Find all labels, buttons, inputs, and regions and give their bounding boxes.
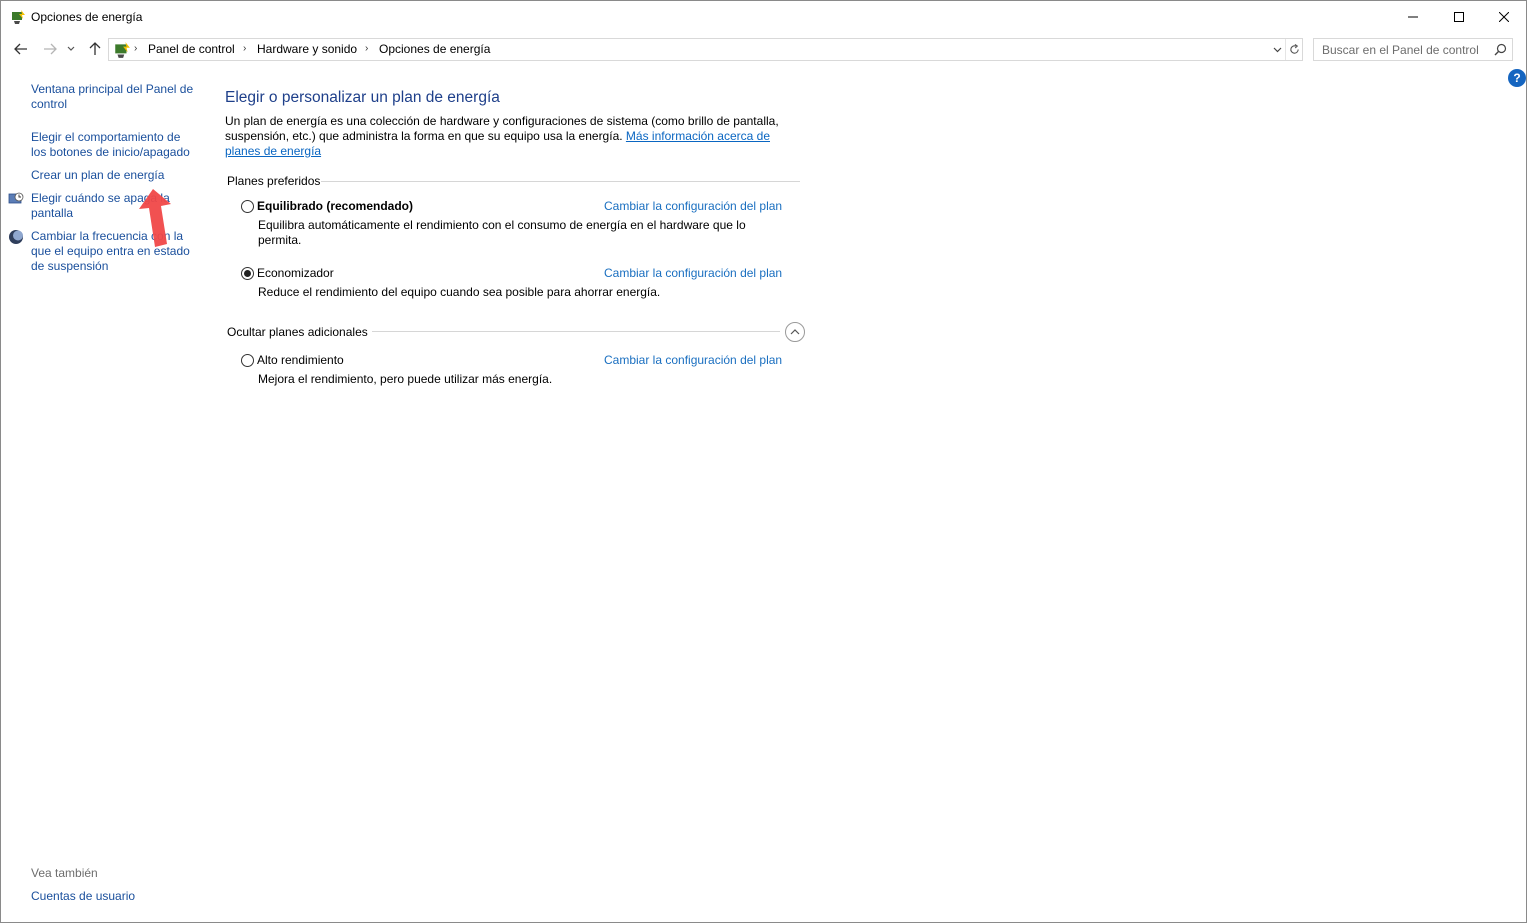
- chevron-up-icon: [790, 329, 800, 335]
- search-placeholder: Buscar en el Panel de control: [1322, 43, 1479, 57]
- close-icon: [1499, 11, 1509, 22]
- power-options-icon: [113, 41, 131, 59]
- sidebar-link-label: Ventana principal del Panel de control: [31, 82, 194, 111]
- plan-name-power-saver[interactable]: Economizador: [257, 266, 334, 280]
- address-dropdown-button[interactable]: [1269, 41, 1285, 59]
- sidebar-link-label: Cuentas de usuario: [31, 889, 136, 903]
- breadcrumb-opciones-de-energia[interactable]: Opciones de energía: [379, 42, 490, 56]
- maximize-button[interactable]: [1436, 1, 1482, 32]
- plan-settings-link-high-performance[interactable]: Cambiar la configuración del plan: [604, 353, 782, 367]
- chevron-down-icon: [1273, 47, 1281, 53]
- search-input[interactable]: Buscar en el Panel de control: [1313, 38, 1513, 61]
- minimize-button[interactable]: [1390, 1, 1436, 32]
- sidebar-link-power-buttons[interactable]: Elegir el comportamiento de los botones …: [31, 130, 190, 160]
- plan-radio-power-saver[interactable]: [241, 267, 254, 280]
- refresh-button[interactable]: [1285, 39, 1303, 60]
- search-icon[interactable]: [1494, 43, 1508, 57]
- page-description: Un plan de energía es una colección de h…: [225, 114, 805, 159]
- arrow-up-icon: [89, 42, 101, 55]
- plan-description-high-performance: Mejora el rendimiento, pero puede utiliz…: [258, 372, 553, 386]
- breadcrumb-panel-de-control[interactable]: Panel de control: [148, 42, 235, 56]
- plan-radio-high-performance[interactable]: [241, 354, 254, 367]
- power-options-window: Opciones de energía › Panel de control ›…: [0, 0, 1527, 923]
- sidebar-link-label: Crear un plan de energía: [31, 168, 165, 182]
- sidebar-link-control-panel-home[interactable]: Ventana principal del Panel de control: [31, 82, 193, 112]
- page-title: Elegir o personalizar un plan de energía: [225, 89, 500, 106]
- sidebar-link-label: Elegir el comportamiento de los botones …: [31, 130, 190, 159]
- section-divider: [321, 181, 800, 182]
- up-button[interactable]: [85, 39, 105, 59]
- address-bar[interactable]: › Panel de control › Hardware y sonido ›…: [108, 38, 1303, 61]
- arrow-right-icon: [44, 43, 57, 55]
- chevron-right-icon: ›: [365, 43, 369, 54]
- plan-name-high-performance[interactable]: Alto rendimiento: [257, 353, 344, 367]
- plan-settings-link-power-saver[interactable]: Cambiar la configuración del plan: [604, 266, 782, 280]
- plan-settings-link-balanced[interactable]: Cambiar la configuración del plan: [604, 199, 782, 213]
- chevron-right-icon: ›: [134, 43, 138, 54]
- plan-description-power-saver: Reduce el rendimiento del equipo cuando …: [258, 285, 661, 299]
- help-icon[interactable]: ?: [1508, 69, 1526, 87]
- hide-additional-plans-label[interactable]: Ocultar planes adicionales: [227, 325, 368, 339]
- recent-locations-button[interactable]: [64, 39, 78, 59]
- back-button[interactable]: [11, 39, 31, 59]
- plan-name-balanced[interactable]: Equilibrado (recomendado): [257, 199, 413, 213]
- collapse-button[interactable]: [785, 322, 805, 342]
- chevron-down-icon: [67, 46, 75, 51]
- breadcrumb-hardware-y-sonido[interactable]: Hardware y sonido: [257, 42, 357, 56]
- maximize-icon: [1454, 11, 1464, 22]
- plan-radio-balanced[interactable]: [241, 200, 254, 213]
- sidebar-link-create-plan[interactable]: Crear un plan de energía: [31, 168, 164, 183]
- see-also-label: Vea también: [31, 866, 98, 880]
- sidebar-link-user-accounts[interactable]: Cuentas de usuario: [31, 889, 135, 904]
- arrow-left-icon: [14, 43, 27, 55]
- minimize-icon: [1408, 16, 1418, 17]
- title-bar: Opciones de energía: [1, 1, 1526, 32]
- close-button[interactable]: [1481, 1, 1527, 32]
- plan-description-balanced: Equilibra automáticamente el rendimiento…: [258, 218, 746, 247]
- red-arrow-annotation-icon: [139, 189, 171, 247]
- display-clock-icon: [8, 191, 24, 207]
- moon-sleep-icon: [8, 229, 24, 245]
- window-title: Opciones de energía: [31, 10, 143, 24]
- refresh-icon: [1290, 44, 1299, 54]
- power-options-icon: [10, 9, 26, 25]
- section-divider: [372, 331, 780, 332]
- chevron-right-icon: ›: [243, 43, 247, 54]
- preferred-plans-label: Planes preferidos: [227, 174, 321, 188]
- forward-button[interactable]: [40, 39, 60, 59]
